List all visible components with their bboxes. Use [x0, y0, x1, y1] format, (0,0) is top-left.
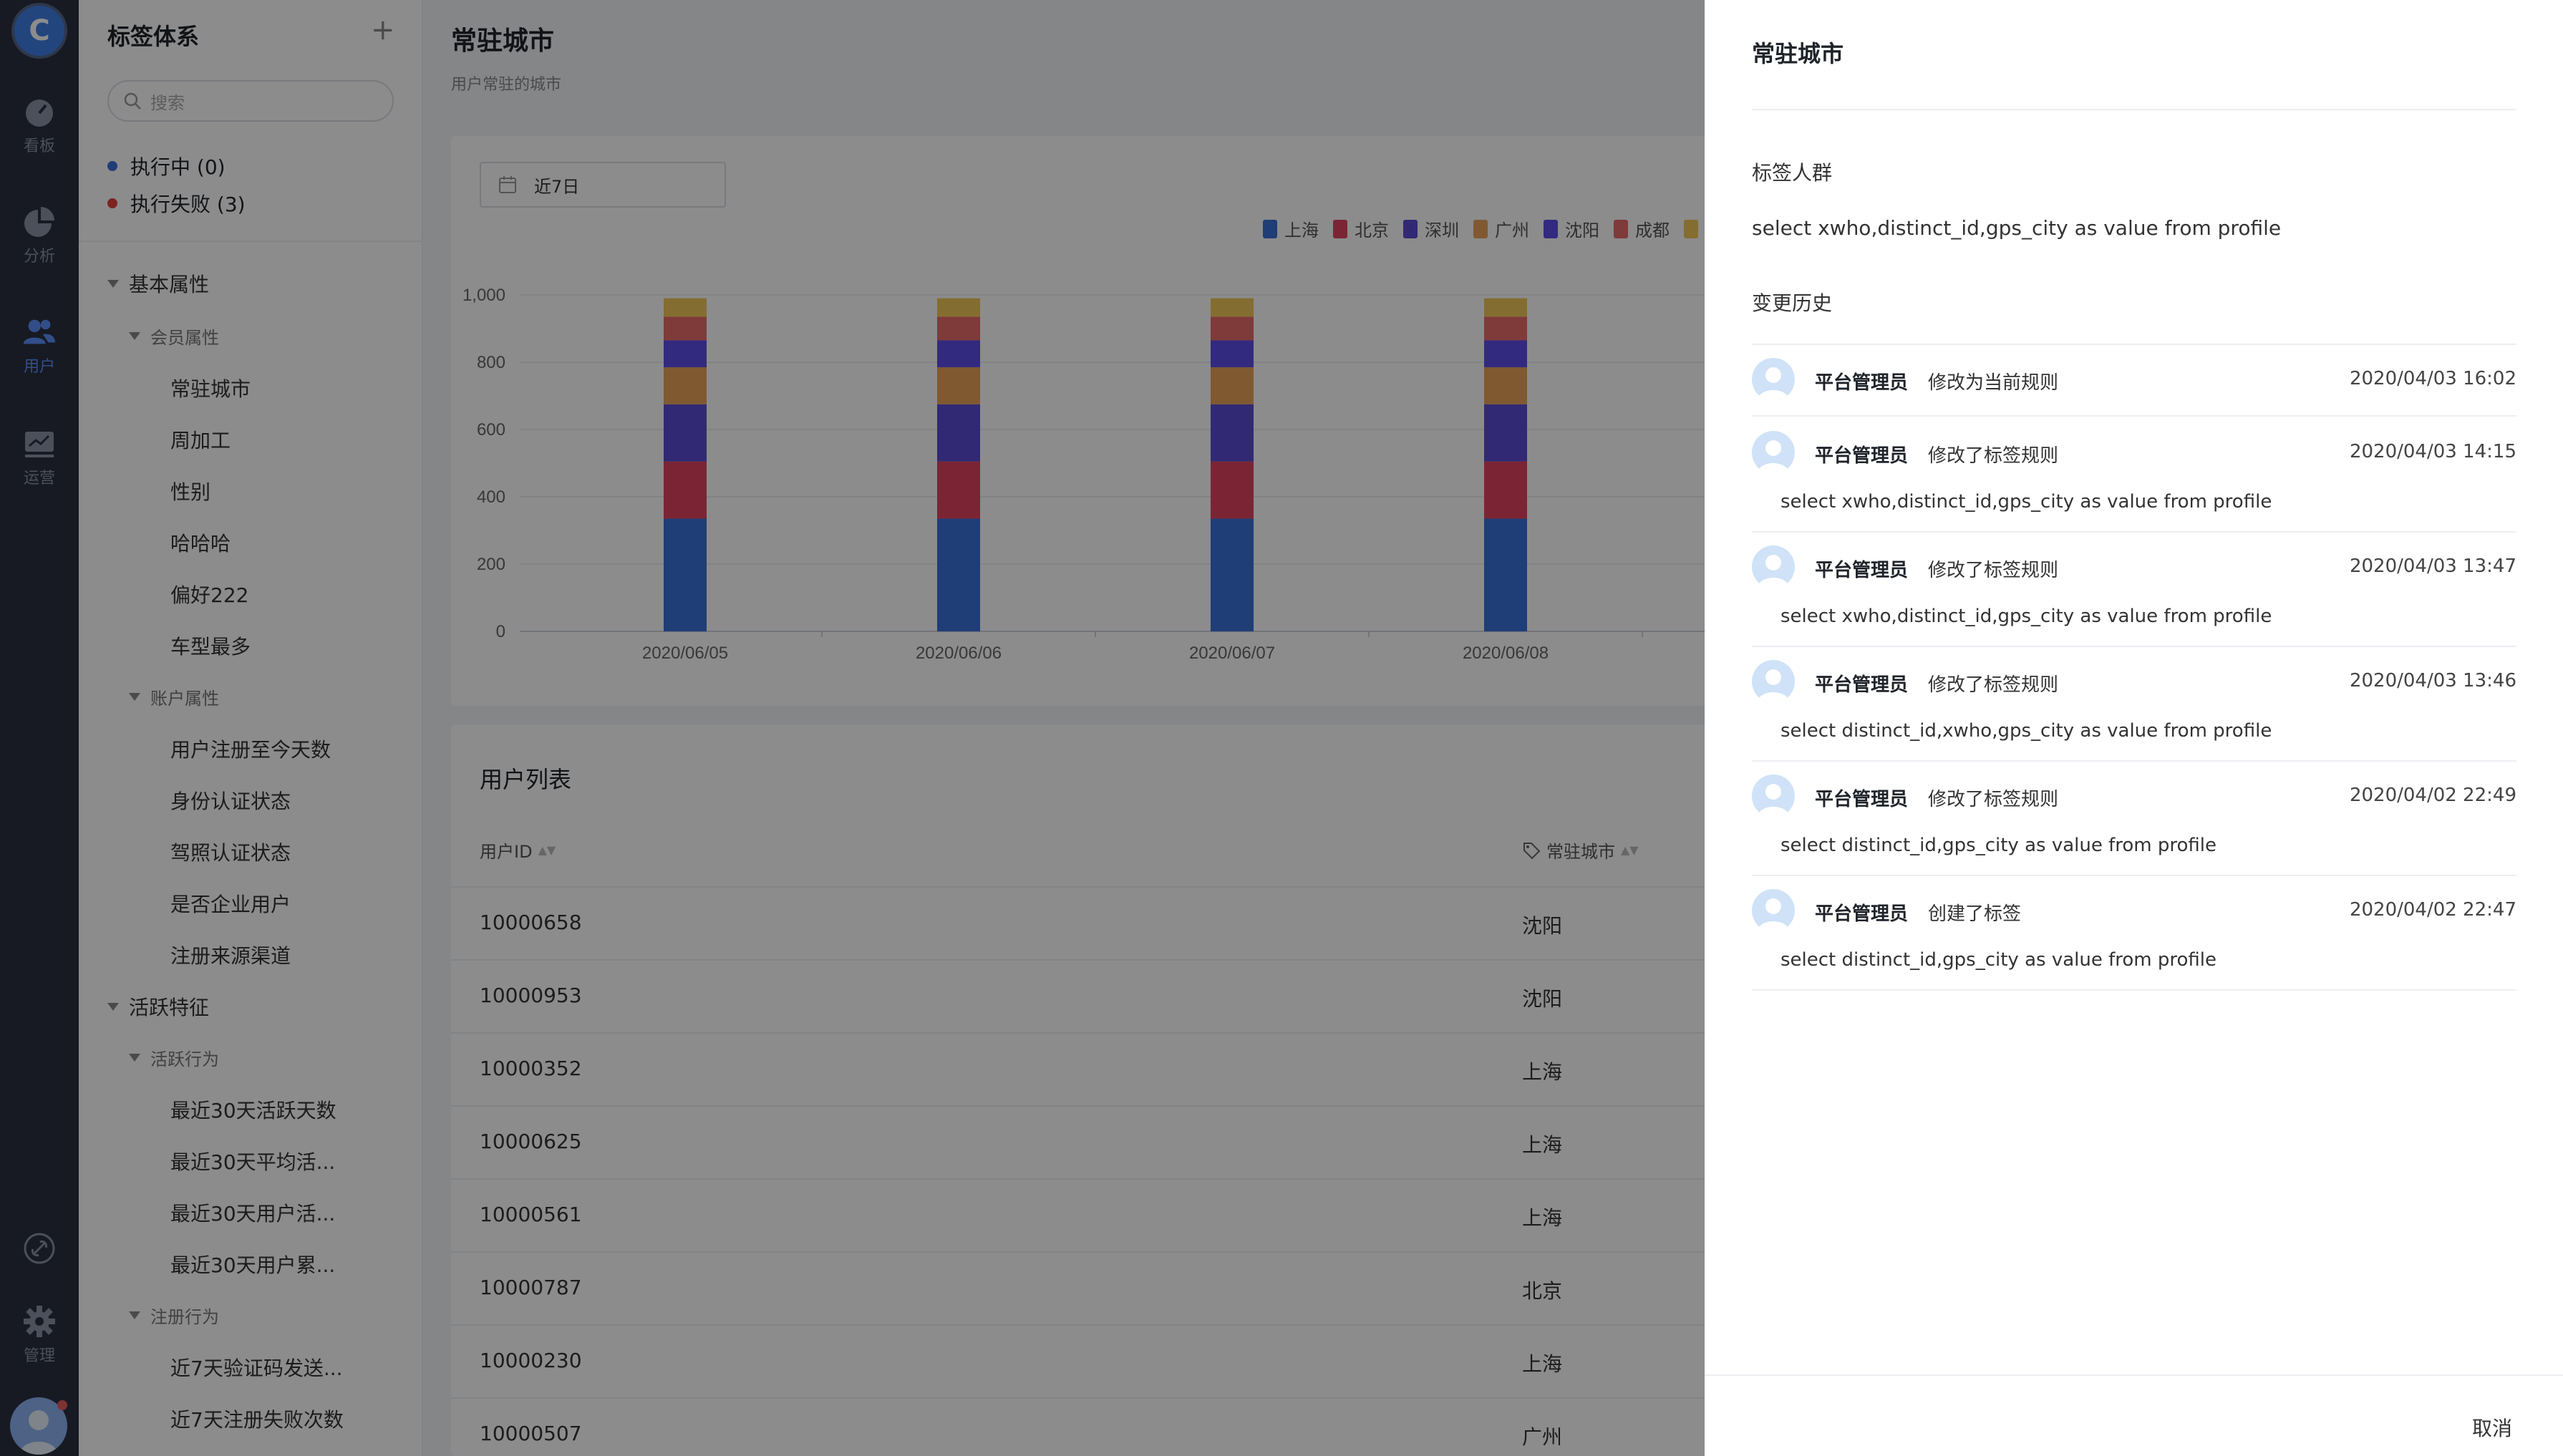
section-history: 变更历史 — [1752, 291, 1833, 315]
history-item: 平台管理员 修改了标签规则 2020/04/03 14:15 select xwho,… — [1752, 431, 2516, 531]
history-item: 平台管理员 修改了标签规则 2020/04/03 13:46 select disti… — [1752, 660, 2516, 760]
history-item: 平台管理员 修改了标签规则 2020/04/02 22:49 select disti… — [1752, 775, 2516, 875]
history-sql: select distinct_id,xwho,gps_city as valu… — [1780, 720, 2272, 742]
history-item: 平台管理员 修改了标签规则 2020/04/03 13:47 select xwho,… — [1752, 545, 2516, 646]
history-time: 2020/04/03 16:02 — [2349, 368, 2516, 389]
divider — [1752, 344, 2516, 345]
group-sql: select xwho,distinct_id,gps_city as valu… — [1752, 216, 2282, 240]
avatar — [1752, 545, 1795, 588]
divider — [1752, 646, 2516, 647]
history-time: 2020/04/02 22:47 — [2349, 899, 2516, 921]
avatar — [1752, 775, 1795, 817]
history-sql: select distinct_id,gps_city as value fro… — [1780, 949, 2217, 971]
avatar — [1752, 889, 1795, 932]
history-item: 平台管理员 创建了标签 2020/04/02 22:47 select distinc… — [1752, 889, 2516, 989]
history-sql: select distinct_id,gps_city as value fro… — [1780, 835, 2217, 856]
history-item: 平台管理员 修改为当前规则 2020/04/03 16:02 — [1752, 358, 2516, 415]
history-user: 平台管理员 — [1815, 372, 1909, 394]
history-sql: select xwho,distinct_id,gps_city as valu… — [1780, 491, 2272, 513]
divider — [1705, 1374, 2563, 1376]
history-action: 修改了标签规则 — [1928, 789, 2059, 810]
history-time: 2020/04/03 14:15 — [2349, 441, 2516, 462]
section-tag-group: 标签人群 — [1752, 161, 1833, 185]
avatar — [1752, 358, 1795, 401]
history-time: 2020/04/03 13:47 — [2349, 555, 2516, 577]
drawer-title: 常驻城市 — [1752, 40, 1844, 67]
divider — [1752, 531, 2516, 533]
divider — [1752, 760, 2516, 762]
history-sql: select xwho,distinct_id,gps_city as valu… — [1780, 606, 2272, 627]
history-user: 平台管理员 — [1815, 789, 1909, 810]
history-user: 平台管理员 — [1815, 674, 1909, 696]
history-user: 平台管理员 — [1815, 560, 1909, 581]
divider — [1752, 989, 2516, 991]
avatar — [1752, 431, 1795, 474]
tag-detail-drawer: 常驻城市 标签人群 select xwho,distinct_id,gps_ci… — [1705, 0, 2563, 1456]
history-action: 修改了标签规则 — [1928, 560, 2059, 581]
history-action: 创建了标签 — [1928, 903, 2022, 925]
history-action: 修改了标签规则 — [1928, 674, 2059, 696]
history-time: 2020/04/03 13:46 — [2349, 670, 2516, 691]
divider — [1752, 109, 2516, 110]
history-user: 平台管理员 — [1815, 445, 1909, 467]
history-user: 平台管理员 — [1815, 903, 1909, 925]
history-action: 修改了标签规则 — [1928, 445, 2059, 467]
divider — [1752, 415, 2516, 417]
avatar — [1752, 660, 1795, 703]
cancel-button[interactable]: 取消 — [2472, 1413, 2512, 1442]
history-time: 2020/04/02 22:49 — [2349, 785, 2516, 806]
divider — [1752, 875, 2516, 876]
history-action: 修改为当前规则 — [1928, 372, 2059, 394]
